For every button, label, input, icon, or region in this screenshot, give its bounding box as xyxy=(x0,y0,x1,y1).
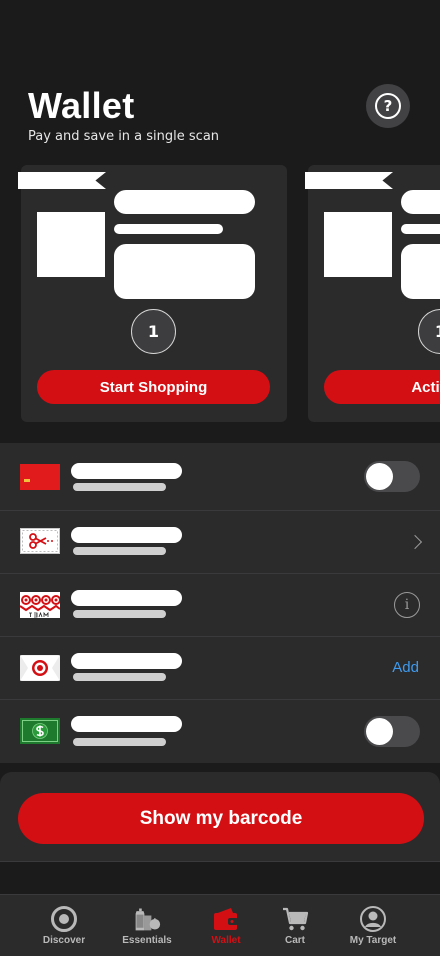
wallet-item-team[interactable]: i xyxy=(0,574,440,637)
item-subtitle-placeholder xyxy=(73,673,166,681)
toggle-knob xyxy=(366,718,393,745)
activate-button[interactable]: Activate xyxy=(324,370,440,404)
grocery-icon xyxy=(133,905,161,933)
add-link[interactable]: Add xyxy=(392,659,419,676)
offer-title-placeholder xyxy=(114,190,255,214)
scissors-coupon-icon xyxy=(20,528,60,554)
item-subtitle-placeholder xyxy=(73,738,166,746)
wallet-items-list: i Add xyxy=(0,443,440,763)
bottom-tab-bar: Discover Essentials Wallet Cart My Targe… xyxy=(0,894,440,956)
tab-discover[interactable]: Discover xyxy=(24,895,104,956)
cash-toggle[interactable] xyxy=(364,716,420,747)
tab-my-target[interactable]: My Target xyxy=(333,895,413,956)
tab-label: Wallet xyxy=(211,935,241,946)
tab-label: Cart xyxy=(284,935,305,946)
barcode-panel: Show my barcode xyxy=(0,772,440,862)
item-title-placeholder xyxy=(71,590,182,606)
tab-label: My Target xyxy=(349,935,397,946)
offer-subtitle-placeholder xyxy=(114,224,223,234)
offer-card[interactable]: 1 Start Shopping xyxy=(18,165,287,422)
offer-count-badge: 1 xyxy=(418,309,440,354)
info-icon[interactable]: i xyxy=(394,592,420,618)
offer-detail-placeholder xyxy=(401,244,440,299)
cart-icon xyxy=(281,905,309,933)
offer-detail-placeholder xyxy=(114,244,255,299)
item-title-placeholder xyxy=(71,527,182,543)
offer-card[interactable]: 1 Activate xyxy=(305,165,440,422)
start-shopping-button[interactable]: Start Shopping xyxy=(37,370,270,404)
item-title-placeholder xyxy=(71,716,182,732)
toggle-knob xyxy=(366,463,393,490)
offer-ribbon xyxy=(305,172,393,189)
item-subtitle-placeholder xyxy=(73,547,166,555)
offers-carousel[interactable]: 1 Start Shopping 1 Activate xyxy=(0,165,440,423)
info-glyph: i xyxy=(404,597,410,613)
tab-label: Discover xyxy=(42,935,86,946)
item-title-placeholder xyxy=(71,463,182,479)
offer-image xyxy=(324,212,392,277)
offer-ribbon xyxy=(18,172,106,189)
tab-cart[interactable]: Cart xyxy=(255,895,335,956)
item-subtitle-placeholder xyxy=(73,610,166,618)
profile-icon xyxy=(359,905,387,933)
wallet-item-card[interactable] xyxy=(0,443,440,511)
tab-label: Essentials xyxy=(122,935,172,946)
offer-subtitle-placeholder xyxy=(401,224,440,234)
help-button[interactable]: ? xyxy=(366,84,410,128)
chevron-right-icon xyxy=(407,534,423,550)
tab-essentials[interactable]: Essentials xyxy=(107,895,187,956)
wallet-item-target-card[interactable]: Add xyxy=(0,637,440,700)
red-card-icon xyxy=(20,464,60,490)
wallet-item-coupons[interactable] xyxy=(0,511,440,574)
wallet-icon xyxy=(212,905,240,933)
offer-title-placeholder xyxy=(401,190,440,214)
help-glyph: ? xyxy=(383,97,393,115)
team-target-icon xyxy=(20,592,60,618)
question-circle-icon: ? xyxy=(375,93,401,119)
show-barcode-button[interactable]: Show my barcode xyxy=(18,793,424,844)
page-title: Wallet xyxy=(28,85,135,126)
tab-wallet[interactable]: Wallet xyxy=(186,895,266,956)
wallet-item-cash[interactable] xyxy=(0,700,440,763)
page-header: Wallet Pay and save in a single scan xyxy=(28,85,220,145)
item-title-placeholder xyxy=(71,653,182,669)
item-subtitle-placeholder xyxy=(73,483,166,491)
dollar-bill-icon xyxy=(20,718,60,744)
target-card-icon xyxy=(20,655,60,681)
page-subtitle: Pay and save in a single scan xyxy=(28,129,220,144)
offer-image xyxy=(37,212,105,277)
bullseye-icon xyxy=(50,905,78,933)
offer-count-badge: 1 xyxy=(131,309,176,354)
card-toggle[interactable] xyxy=(364,461,420,492)
